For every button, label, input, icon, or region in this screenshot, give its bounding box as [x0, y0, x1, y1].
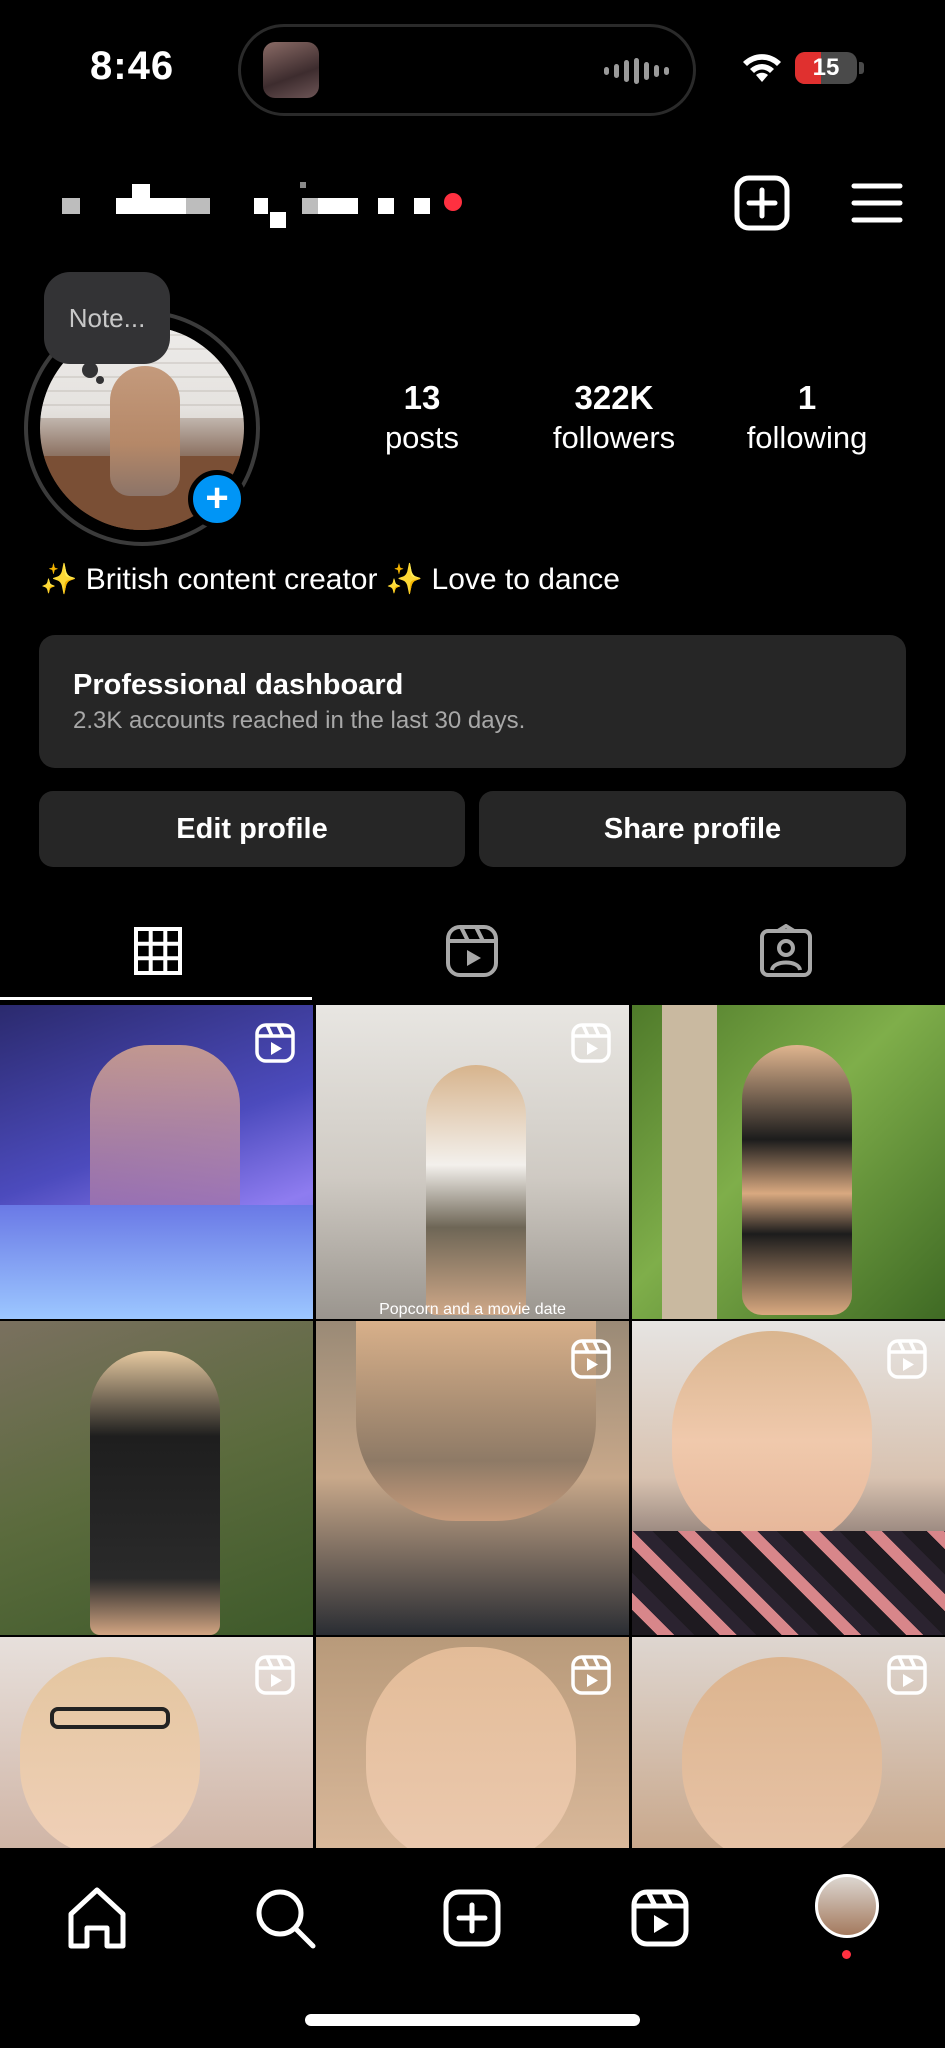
status-time: 8:46	[90, 44, 175, 88]
reel-badge-icon	[887, 1655, 927, 1695]
dashboard-title: Professional dashboard	[73, 669, 404, 701]
note-bubble[interactable]: Note...	[44, 272, 170, 364]
edit-profile-button[interactable]: Edit profile	[39, 791, 465, 867]
reels-icon	[446, 925, 498, 977]
post-thumbnail[interactable]: Popcorn and a movie date	[316, 1005, 629, 1319]
battery-icon: 15	[795, 52, 857, 84]
post-thumbnail[interactable]	[0, 1321, 313, 1635]
note-bubble-tail	[82, 362, 98, 378]
followers-label: followers	[552, 420, 676, 455]
posts-count: 13	[403, 379, 441, 416]
notification-dot	[444, 193, 462, 211]
reel-badge-icon	[255, 1655, 295, 1695]
dynamic-island[interactable]	[238, 24, 696, 116]
post-thumbnail[interactable]	[316, 1637, 629, 1848]
following-stat[interactable]: 1 following	[727, 378, 887, 458]
username-pixelated[interactable]	[58, 178, 478, 236]
create-icon[interactable]	[432, 1878, 512, 1958]
tagged-icon	[760, 924, 812, 977]
tab-reels[interactable]	[315, 900, 630, 1000]
create-post-icon[interactable]	[729, 170, 795, 236]
now-playing-thumbnail	[263, 42, 319, 98]
home-icon[interactable]	[57, 1878, 137, 1958]
following-label: following	[746, 420, 868, 455]
following-count: 1	[797, 379, 817, 416]
search-icon[interactable]	[245, 1878, 325, 1958]
reel-badge-icon	[887, 1339, 927, 1379]
note-bubble-tail	[96, 376, 104, 384]
add-story-button[interactable]: +	[188, 470, 246, 528]
menu-icon[interactable]	[844, 170, 910, 236]
post-thumbnail[interactable]	[316, 1321, 629, 1635]
post-thumbnail[interactable]	[632, 1005, 945, 1319]
posts-label: posts	[384, 420, 460, 455]
dashboard-subtitle: 2.3K accounts reached in the last 30 day…	[73, 707, 526, 734]
home-indicator[interactable]	[305, 2014, 640, 2026]
share-profile-button[interactable]: Share profile	[479, 791, 906, 867]
post-thumbnail[interactable]	[632, 1637, 945, 1848]
profile-bio: ✨ British content creator ✨ Love to danc…	[40, 563, 620, 596]
battery-cap	[859, 62, 864, 74]
selected-tab-indicator	[0, 997, 312, 1000]
posts-stat[interactable]: 13 posts	[362, 378, 482, 458]
reel-badge-icon	[571, 1023, 611, 1063]
profile-nav-avatar[interactable]	[815, 1874, 879, 1938]
plus-icon: +	[205, 476, 229, 520]
posts-grid: Popcorn and a movie date	[0, 1005, 945, 1848]
wifi-icon	[743, 54, 781, 82]
post-thumbnail[interactable]	[0, 1005, 313, 1319]
battery-percentage: 15	[812, 54, 840, 81]
grid-icon	[134, 927, 182, 975]
audio-waveform-icon	[604, 57, 669, 85]
professional-dashboard[interactable]: Professional dashboard 2.3K accounts rea…	[39, 635, 906, 768]
reels-icon[interactable]	[620, 1878, 700, 1958]
reel-badge-icon	[255, 1023, 295, 1063]
profile-notification-dot	[842, 1950, 851, 1959]
reel-badge-icon	[571, 1339, 611, 1379]
post-caption: Popcorn and a movie date	[379, 1301, 566, 1318]
post-thumbnail[interactable]	[0, 1637, 313, 1848]
tab-posts-grid[interactable]	[0, 900, 315, 1000]
reel-badge-icon	[571, 1655, 611, 1695]
tab-tagged[interactable]	[630, 900, 945, 1000]
followers-count: 322K	[574, 379, 654, 416]
post-thumbnail[interactable]	[632, 1321, 945, 1635]
followers-stat[interactable]: 322K followers	[529, 378, 699, 458]
